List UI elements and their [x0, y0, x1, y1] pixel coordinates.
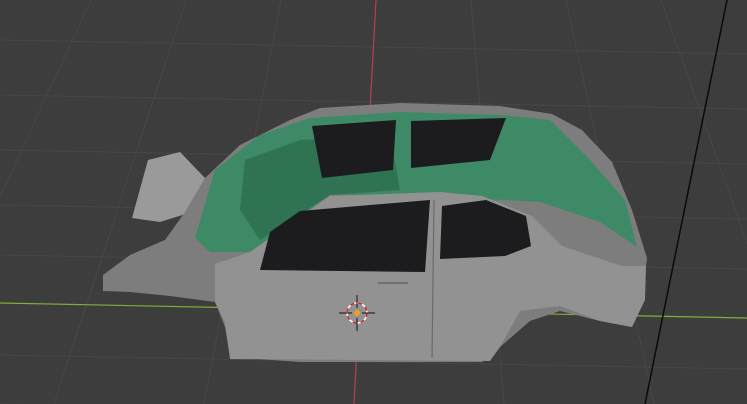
camera-frame-edge [644, 0, 728, 404]
car-body-model[interactable] [103, 103, 647, 362]
3d-viewport[interactable] [0, 0, 747, 404]
viewport-canvas[interactable] [0, 0, 747, 404]
grid-line [0, 0, 92, 198]
grid-line [660, 0, 747, 245]
car-far-window-front [312, 120, 396, 178]
